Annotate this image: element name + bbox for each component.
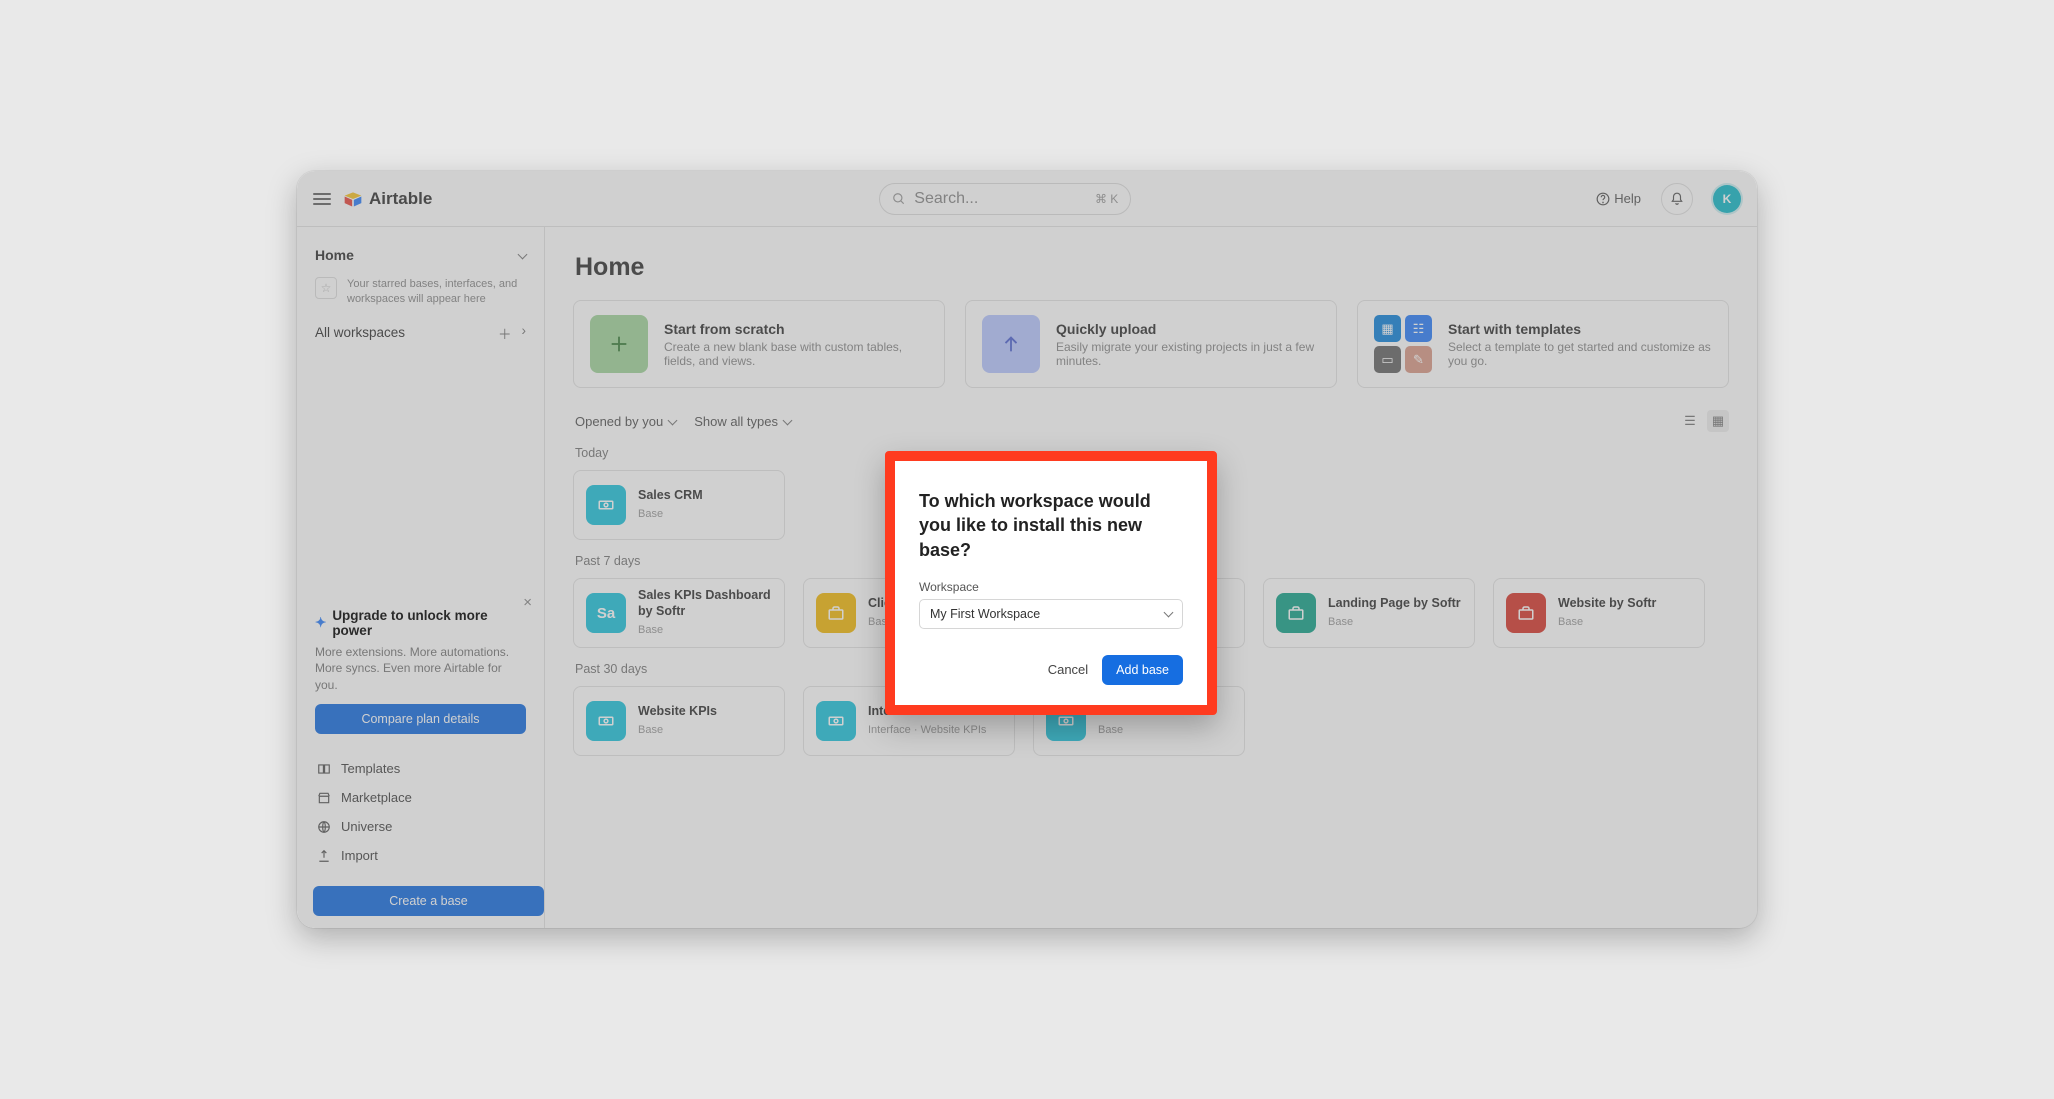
workspace-selected-value: My First Workspace [930, 607, 1040, 621]
add-base-button[interactable]: Add base [1102, 655, 1183, 685]
cancel-button[interactable]: Cancel [1048, 662, 1088, 677]
modal-annotation: To which workspace would you like to ins… [885, 451, 1217, 715]
modal-title: To which workspace would you like to ins… [919, 489, 1183, 562]
install-base-modal: To which workspace would you like to ins… [895, 461, 1207, 705]
chevron-down-icon [1163, 607, 1172, 621]
workspace-select[interactable]: My First Workspace [919, 599, 1183, 629]
app-window: Airtable Search... ⌘ K Help K Home [297, 171, 1757, 928]
workspace-field-label: Workspace [919, 580, 1183, 594]
